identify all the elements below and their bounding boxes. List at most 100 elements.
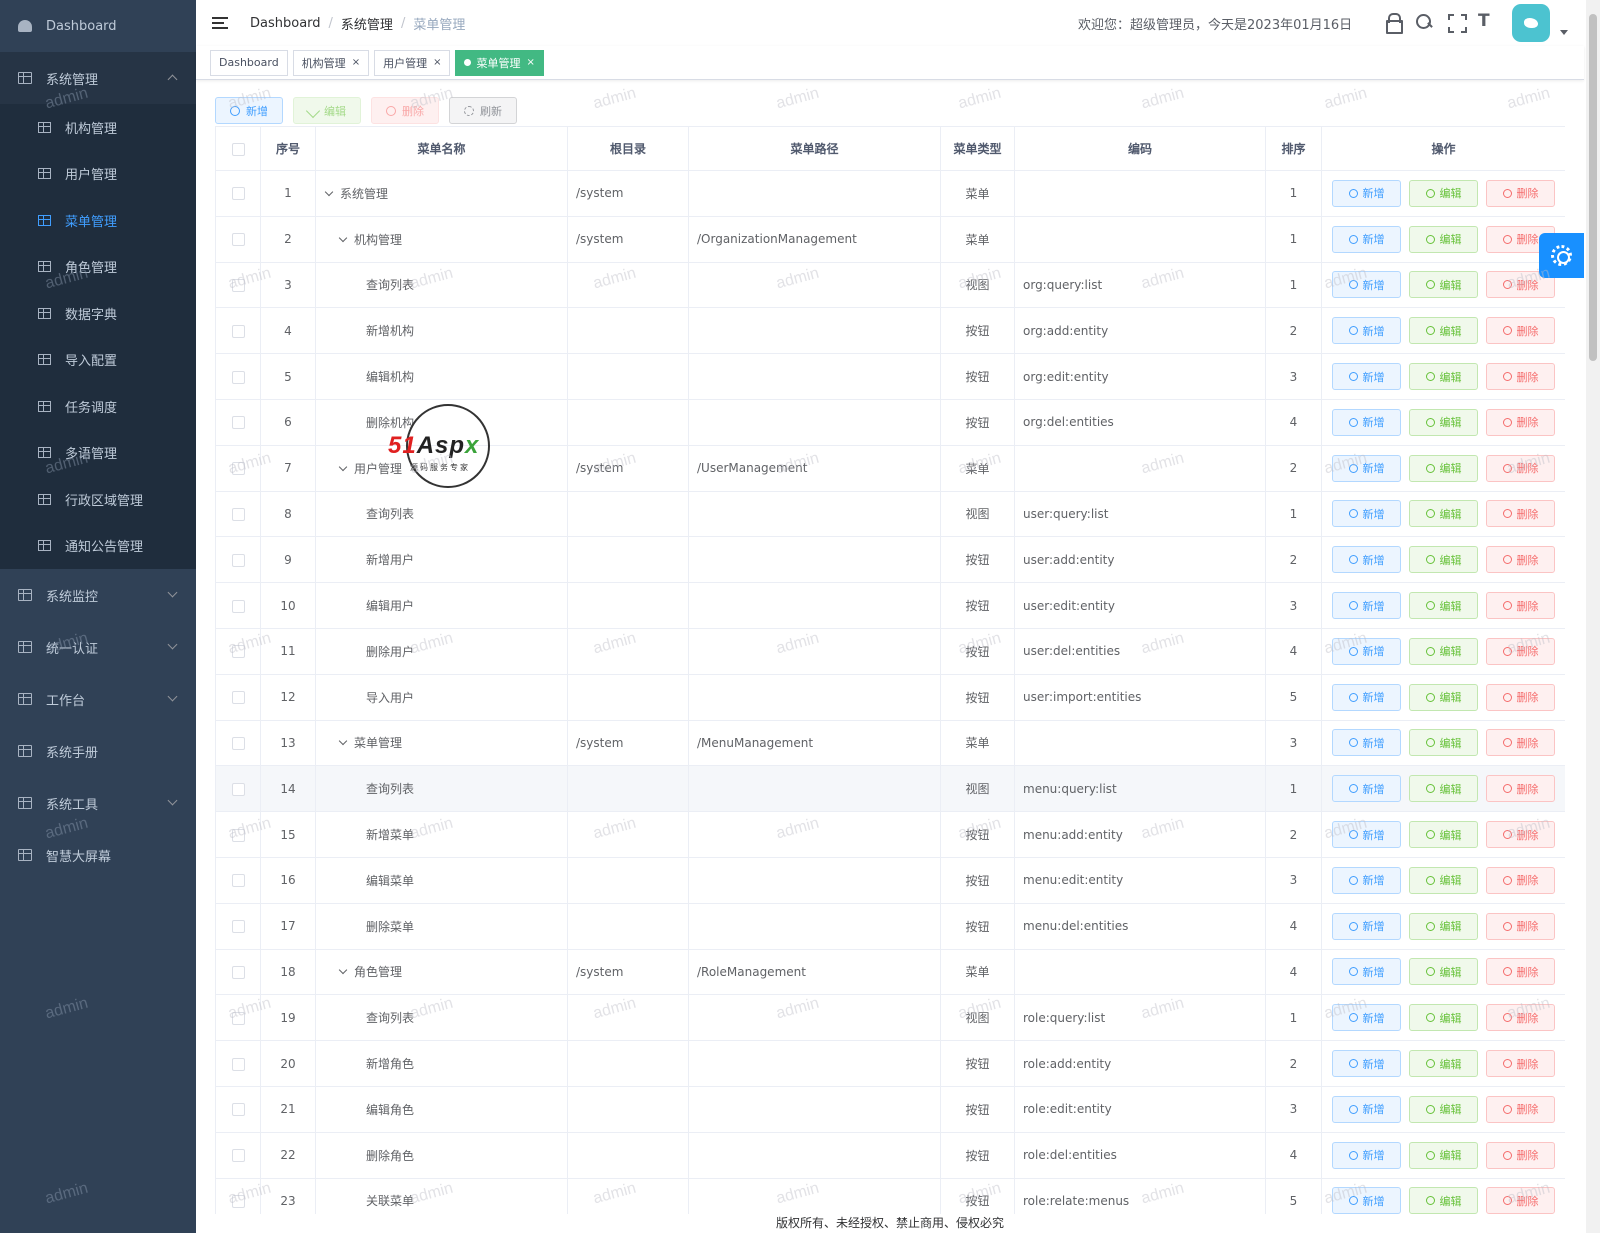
table-row[interactable]: 10 编辑用户 按钮 user:edit:entity 3 新增 编辑 删除 (215, 582, 1565, 629)
row-checkbox[interactable] (231, 874, 245, 888)
row-edit-button[interactable]: 编辑 (1409, 683, 1478, 711)
row-checkbox[interactable] (231, 370, 245, 384)
row-edit-button[interactable]: 编辑 (1409, 179, 1478, 207)
sidebar-subitem[interactable]: 任务调度 (0, 383, 196, 430)
row-delete-button[interactable]: 删除 (1486, 775, 1555, 803)
row-checkbox[interactable] (231, 278, 245, 292)
row-delete-button[interactable]: 删除 (1486, 363, 1555, 391)
row-checkbox[interactable] (231, 1149, 245, 1163)
row-add-button[interactable]: 新增 (1332, 1187, 1401, 1215)
row-edit-button[interactable]: 编辑 (1409, 1050, 1478, 1078)
tag-item[interactable]: 菜单管理 × (455, 49, 544, 76)
row-checkbox[interactable] (231, 1194, 245, 1208)
row-add-button[interactable]: 新增 (1332, 683, 1401, 711)
row-edit-button[interactable]: 编辑 (1409, 592, 1478, 620)
row-edit-button[interactable]: 编辑 (1409, 775, 1478, 803)
row-add-button[interactable]: 新增 (1332, 225, 1401, 253)
sidebar-subitem[interactable]: 用户管理 (0, 151, 196, 198)
table-row[interactable]: 17 删除菜单 按钮 menu:del:entities 4 新增 编辑 删除 (215, 902, 1565, 950)
sidebar-subitem[interactable]: 多语管理 (0, 430, 196, 477)
close-icon[interactable]: × (526, 57, 534, 68)
row-checkbox[interactable] (231, 965, 245, 979)
table-row[interactable]: 5 编辑机构 按钮 org:edit:entity 3 新增 编辑 删除 (215, 353, 1565, 400)
row-checkbox[interactable] (231, 736, 245, 750)
sidebar-item-dashboard[interactable]: Dashboard (0, 0, 196, 52)
row-add-button[interactable]: 新增 (1332, 592, 1401, 620)
row-add-button[interactable]: 新增 (1332, 408, 1401, 436)
sidebar-subitem[interactable]: 数据字典 (0, 290, 196, 337)
row-delete-button[interactable]: 删除 (1486, 317, 1555, 345)
table-row[interactable]: 21 编辑角色 按钮 role:edit:entity 3 新增 编辑 删除 (215, 1085, 1565, 1133)
row-checkbox[interactable] (231, 691, 245, 705)
row-checkbox[interactable] (231, 920, 245, 934)
row-edit-button[interactable]: 编辑 (1409, 546, 1478, 574)
row-edit-button[interactable]: 编辑 (1409, 1004, 1478, 1032)
row-edit-button[interactable]: 编辑 (1409, 317, 1478, 345)
table-row[interactable]: 2 机构管理/system/OrganizationManagement 菜单 1 新增… (215, 215, 1565, 263)
sidebar-subitem[interactable]: 机构管理 (0, 104, 196, 151)
refresh-button[interactable]: 刷新 (449, 97, 517, 124)
row-checkbox[interactable] (231, 462, 245, 476)
row-add-button[interactable]: 新增 (1332, 546, 1401, 574)
row-delete-button[interactable]: 删除 (1486, 1095, 1555, 1123)
row-checkbox[interactable] (231, 828, 245, 842)
row-edit-button[interactable]: 编辑 (1409, 271, 1478, 299)
sidebar-group-item[interactable]: 统一认证 (0, 621, 196, 673)
row-checkbox[interactable] (231, 599, 245, 613)
row-edit-button[interactable]: 编辑 (1409, 912, 1478, 940)
close-icon[interactable]: × (352, 57, 360, 68)
row-add-button[interactable]: 新增 (1332, 821, 1401, 849)
row-checkbox[interactable] (231, 782, 245, 796)
fullscreen-icon[interactable] (1447, 13, 1467, 33)
tree-expand-icon[interactable] (324, 187, 334, 197)
row-edit-button[interactable]: 编辑 (1409, 363, 1478, 391)
row-add-button[interactable]: 新增 (1332, 637, 1401, 665)
breadcrumb-item[interactable]: 系统管理 (341, 14, 393, 33)
row-delete-button[interactable]: 删除 (1486, 958, 1555, 986)
sidebar-group-item[interactable]: 工作台 (0, 673, 196, 725)
row-delete-button[interactable]: 删除 (1486, 1050, 1555, 1078)
row-delete-button[interactable]: 删除 (1486, 408, 1555, 436)
sidebar-group-item[interactable]: 系统手册 (0, 725, 196, 777)
row-delete-button[interactable]: 删除 (1486, 454, 1555, 482)
sidebar-group-item[interactable]: 智慧大屏幕 (0, 829, 196, 881)
row-delete-button[interactable]: 删除 (1486, 866, 1555, 894)
table-row[interactable]: 4 新增机构 按钮 org:add:entity 2 新增 编辑 删除 (215, 307, 1565, 355)
row-edit-button[interactable]: 编辑 (1409, 1095, 1478, 1123)
settings-button[interactable] (1539, 233, 1584, 278)
sidebar-group-item[interactable]: 系统工具 (0, 777, 196, 829)
row-delete-button[interactable]: 删除 (1486, 179, 1555, 207)
sidebar-item-system-management[interactable]: 系统管理 (0, 52, 196, 104)
row-delete-button[interactable]: 删除 (1486, 821, 1555, 849)
row-delete-button[interactable]: 删除 (1486, 1141, 1555, 1169)
row-add-button[interactable]: 新增 (1332, 1141, 1401, 1169)
add-button[interactable]: 新增 (215, 97, 283, 124)
table-row[interactable]: 8 查询列表 视图 user:query:list 1 新增 编辑 删除 (215, 490, 1565, 538)
table-row[interactable]: 18 角色管理/system/RoleManagement 菜单 4 新增 编辑 删除 (215, 948, 1565, 996)
select-all-checkbox[interactable] (231, 142, 245, 156)
table-row[interactable]: 3 查询列表 视图 org:query:list 1 新增 编辑 删除 (215, 261, 1565, 309)
table-row[interactable]: 15 新增菜单 按钮 menu:add:entity 2 新增 编辑 删除 (215, 811, 1565, 858)
row-add-button[interactable]: 新增 (1332, 1050, 1401, 1078)
table-row[interactable]: 6 删除机构 按钮 org:del:entities 4 新增 编辑 删除 (215, 398, 1565, 446)
sidebar-subitem[interactable]: 导入配置 (0, 337, 196, 384)
row-delete-button[interactable]: 删除 (1486, 546, 1555, 574)
table-row[interactable]: 9 新增用户 按钮 user:add:entity 2 新增 编辑 删除 (215, 536, 1565, 584)
tree-expand-icon[interactable] (338, 966, 348, 975)
row-delete-button[interactable]: 删除 (1486, 592, 1555, 620)
table-row[interactable]: 22 删除角色 按钮 role:del:entities 4 新增 编辑 删除 (215, 1131, 1565, 1179)
row-add-button[interactable]: 新增 (1332, 866, 1401, 894)
table-row[interactable]: 12 导入用户 按钮 user:import:entities 5 新增 编辑 删除 (215, 673, 1565, 721)
row-edit-button[interactable]: 编辑 (1409, 958, 1478, 986)
tree-expand-icon[interactable] (338, 233, 348, 242)
row-delete-button[interactable]: 删除 (1486, 729, 1555, 757)
sidebar-subitem[interactable]: 角色管理 (0, 244, 196, 291)
row-add-button[interactable]: 新增 (1332, 317, 1401, 345)
row-add-button[interactable]: 新增 (1332, 1095, 1401, 1123)
close-icon[interactable]: × (433, 57, 441, 68)
row-edit-button[interactable]: 编辑 (1409, 500, 1478, 528)
avatar[interactable] (1512, 4, 1550, 42)
row-edit-button[interactable]: 编辑 (1409, 637, 1478, 665)
row-checkbox[interactable] (231, 507, 245, 521)
table-row[interactable]: 13 菜单管理/system/MenuManagement 菜单 3 新增 编辑 删除 (215, 719, 1565, 767)
